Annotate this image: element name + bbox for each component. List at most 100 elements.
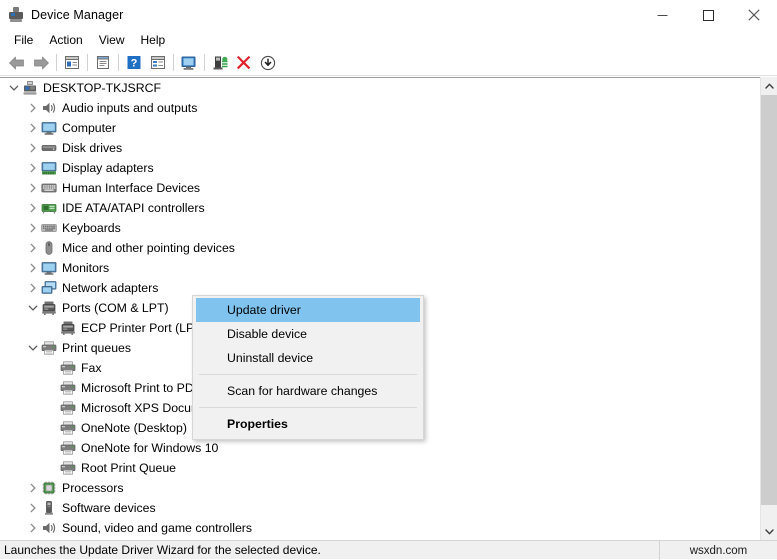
tree-item[interactable]: Human Interface Devices: [0, 178, 756, 198]
window-controls: [639, 0, 777, 30]
show-hide-console-tree-button[interactable]: [60, 52, 84, 74]
tree-item[interactable]: Sound, video and game controllers: [0, 518, 756, 538]
printer-icon: [60, 360, 76, 376]
chevron-right-icon[interactable]: [25, 180, 41, 196]
tree-item[interactable]: Keyboards: [0, 218, 756, 238]
port-icon: [60, 320, 76, 336]
tree-item-label: Fax: [81, 361, 102, 375]
scroll-up-button[interactable]: [761, 77, 777, 94]
printer-icon: [60, 420, 76, 436]
back-arrow-icon: [9, 56, 24, 69]
tree-item-label: Microsoft Print to PDF: [81, 381, 202, 395]
chevron-right-icon[interactable]: [25, 100, 41, 116]
context-menu-item[interactable]: Update driver: [196, 298, 420, 322]
back-button[interactable]: [5, 52, 29, 74]
tree-item-label: OneNote for Windows 10: [81, 441, 219, 455]
menu-bar: File Action View Help: [0, 30, 777, 50]
tree-item-label: Mice and other pointing devices: [62, 241, 235, 255]
context-menu-item[interactable]: Uninstall device: [193, 346, 423, 370]
tree-item[interactable]: Audio inputs and outputs: [0, 98, 756, 118]
chevron-right-icon[interactable]: [25, 500, 41, 516]
minimize-icon: [657, 14, 667, 16]
forward-arrow-icon: [34, 56, 49, 69]
speaker-icon: [41, 520, 57, 536]
tree-item-label: Audio inputs and outputs: [62, 101, 198, 115]
computer-root-icon: [22, 80, 38, 96]
help-button[interactable]: ?: [122, 52, 146, 74]
tree-item[interactable]: Monitors: [0, 258, 756, 278]
printer-icon: [60, 400, 76, 416]
device-manager-window: Device Manager File Action View Help ? D…: [0, 0, 777, 560]
tree-root-node[interactable]: DESKTOP-TKJSRCF: [0, 78, 756, 98]
uninstall-device-button[interactable]: [232, 52, 256, 74]
chevron-down-icon[interactable]: [6, 80, 22, 96]
disk-icon: [41, 140, 57, 156]
chevron-down-icon[interactable]: [25, 300, 41, 316]
tree-item[interactable]: Processors: [0, 478, 756, 498]
tree-item[interactable]: IDE ATA/ATAPI controllers: [0, 198, 756, 218]
scrollbar-thumb[interactable]: [761, 95, 777, 505]
chevron-down-icon[interactable]: [25, 340, 41, 356]
tree-item[interactable]: Software devices: [0, 498, 756, 518]
monitor-icon: [41, 260, 57, 276]
window-title: Device Manager: [31, 8, 124, 22]
scroll-down-button[interactable]: [761, 523, 777, 540]
toolbar-separator: [118, 54, 119, 71]
chevron-right-icon[interactable]: [25, 480, 41, 496]
context-menu: Update driver Disable device Uninstall dev…: [192, 295, 424, 440]
menu-action[interactable]: Action: [41, 31, 90, 49]
menu-file[interactable]: File: [6, 31, 41, 49]
chevron-right-icon[interactable]: [25, 140, 41, 156]
toolbar-separator: [173, 54, 174, 71]
status-bar: Launches the Update Driver Wizard for th…: [0, 540, 777, 560]
chevron-right-icon[interactable]: [25, 200, 41, 216]
chevron-right-icon[interactable]: [25, 220, 41, 236]
chevron-right-icon[interactable]: [25, 520, 41, 536]
tree-item-label: Keyboards: [62, 221, 121, 235]
vertical-scrollbar[interactable]: [760, 77, 777, 540]
watermark-text: wsxdn.com: [689, 544, 748, 557]
tree-item[interactable]: Computer: [0, 118, 756, 138]
disable-device-button[interactable]: [256, 52, 280, 74]
tree-item-label: Root Print Queue: [81, 461, 177, 475]
toolbar-separator: [56, 54, 57, 71]
close-button[interactable]: [731, 0, 777, 30]
scan-hardware-changes-button[interactable]: [177, 52, 201, 74]
context-menu-item[interactable]: Properties: [193, 412, 423, 436]
minimize-button[interactable]: [639, 0, 685, 30]
chevron-right-icon[interactable]: [25, 280, 41, 296]
view-list-button[interactable]: [146, 52, 170, 74]
menu-help[interactable]: Help: [133, 31, 174, 49]
chevron-right-icon[interactable]: [25, 240, 41, 256]
tree-item[interactable]: Root Print Queue: [0, 458, 756, 478]
tree-item-label: Sound, video and game controllers: [62, 521, 253, 535]
update-driver-button[interactable]: [208, 52, 232, 74]
context-menu-item[interactable]: Disable device: [193, 322, 423, 346]
tree-item-label: Disk drives: [62, 141, 123, 155]
software-device-icon: [41, 500, 57, 516]
tree-item[interactable]: Display adapters: [0, 158, 756, 178]
properties-icon: [97, 56, 109, 69]
maximize-button[interactable]: [685, 0, 731, 30]
context-menu-item[interactable]: Scan for hardware changes: [193, 379, 423, 403]
tree-item-label: Monitors: [62, 261, 110, 275]
tree-item[interactable]: Mice and other pointing devices: [0, 238, 756, 258]
tree-item-label: Software devices: [62, 501, 156, 515]
uninstall-device-icon: [236, 55, 251, 69]
speaker-icon: [41, 100, 57, 116]
forward-button[interactable]: [29, 52, 53, 74]
tree-item-label: Computer: [62, 121, 116, 135]
chevron-right-icon[interactable]: [25, 120, 41, 136]
chevron-right-icon[interactable]: [25, 260, 41, 276]
status-message: Launches the Update Driver Wizard for th…: [4, 543, 321, 557]
chevron-right-icon[interactable]: [25, 160, 41, 176]
menu-view[interactable]: View: [91, 31, 133, 49]
chevron-down-icon: [765, 528, 774, 534]
hid-icon: [41, 180, 57, 196]
tree-item[interactable]: Disk drives: [0, 138, 756, 158]
toolbar-separator: [87, 54, 88, 71]
tree-item-label: IDE ATA/ATAPI controllers: [62, 201, 205, 215]
properties-button[interactable]: [91, 52, 115, 74]
tree-item[interactable]: OneNote for Windows 10: [0, 438, 756, 458]
